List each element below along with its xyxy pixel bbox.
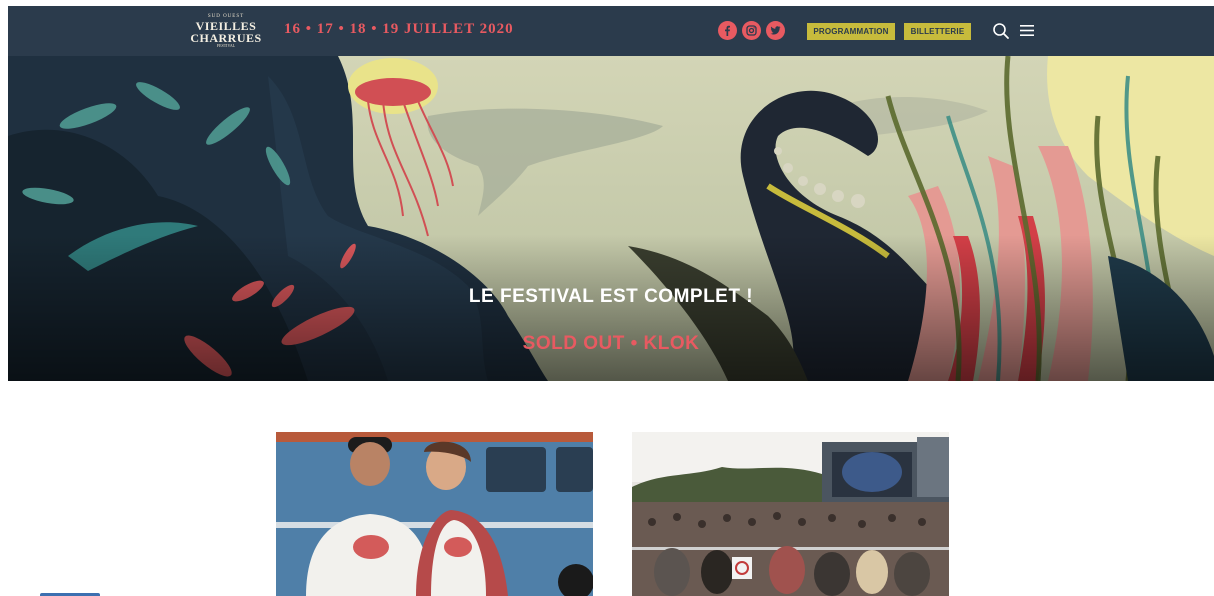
site-header: SUD OUEST VIEILLES CHARRUES FESTIVAL 16 …	[8, 6, 1214, 56]
festival-dates: 16 • 17 • 18 • 19 JUILLET 2020	[284, 21, 514, 37]
merch-card-image[interactable]	[276, 432, 593, 596]
hero-title: LE FESTIVAL EST COMPLET !	[468, 286, 754, 307]
concert-crowd-image[interactable]	[632, 432, 949, 596]
twitter-icon[interactable]	[766, 21, 785, 40]
hero-banner: LE FESTIVAL EST COMPLET ! SOLD OUT • KLO…	[8, 56, 1214, 381]
search-icon[interactable]	[992, 22, 1010, 40]
festival-logo[interactable]: SUD OUEST VIEILLES CHARRUES FESTIVAL	[186, 14, 266, 48]
hamburger-menu-icon[interactable]	[1020, 24, 1034, 37]
instagram-icon[interactable]	[742, 21, 761, 40]
billetterie-button[interactable]: BILLETTERIE	[904, 23, 971, 40]
programmation-button[interactable]: PROGRAMMATION	[807, 23, 895, 40]
hero-subtitle[interactable]: SOLD OUT • KLOK	[8, 333, 1214, 355]
facebook-icon[interactable]	[718, 21, 737, 40]
